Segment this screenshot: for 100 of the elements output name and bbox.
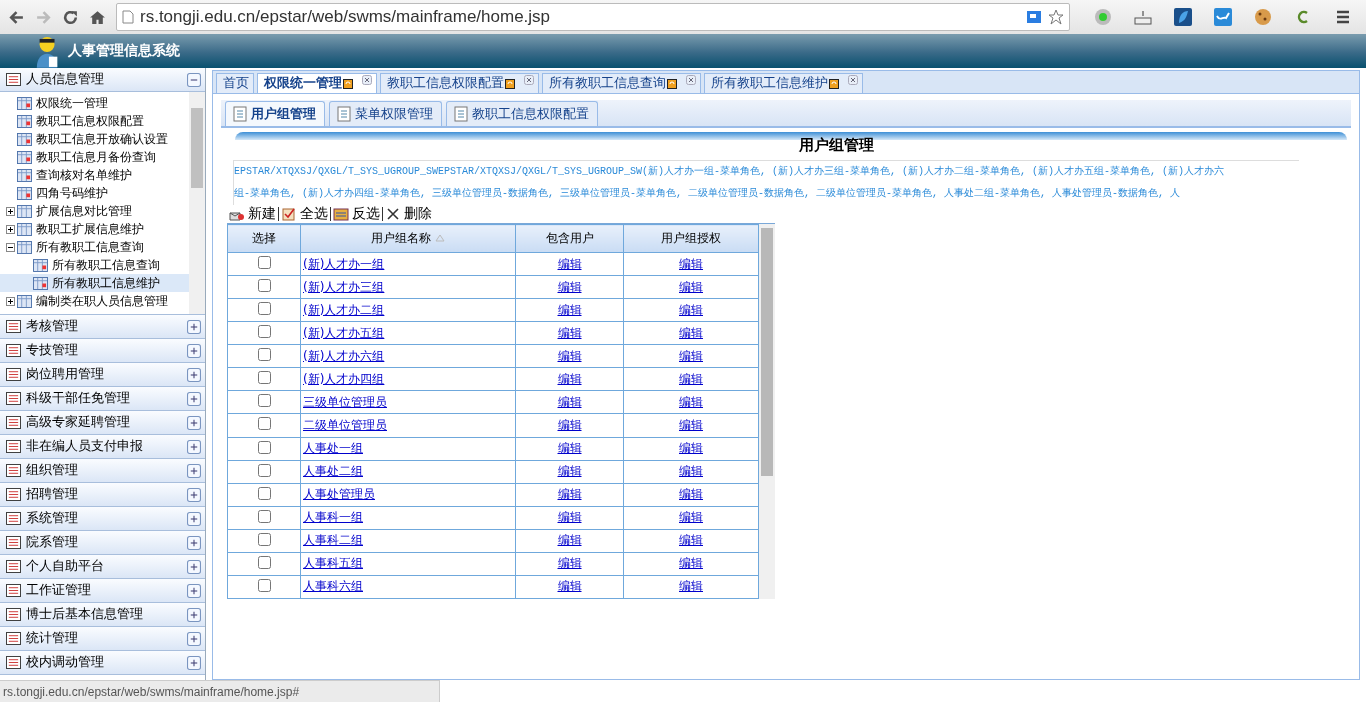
edit-link[interactable]: 编辑 <box>679 394 703 409</box>
close-icon[interactable] <box>686 75 696 85</box>
edit-link[interactable]: 编辑 <box>679 464 703 479</box>
sidebar-section-header[interactable]: 院系管理 <box>0 531 205 555</box>
expand-icon[interactable] <box>6 296 15 306</box>
group-name-link[interactable]: 人事科五组 <box>303 556 363 571</box>
tab[interactable]: 所有教职工信息查询 <box>542 73 701 93</box>
row-checkbox[interactable] <box>257 256 271 270</box>
edit-link[interactable]: 编辑 <box>679 556 703 571</box>
sub-tab[interactable]: 教职工信息权限配置 <box>446 101 598 126</box>
group-name-link[interactable]: 人事处一组 <box>303 441 363 456</box>
row-checkbox[interactable] <box>257 371 271 385</box>
toolbar-button[interactable]: 全选 <box>279 205 330 223</box>
edit-link[interactable]: 编辑 <box>557 487 582 502</box>
edit-link[interactable]: 编辑 <box>557 464 582 479</box>
tray-icon[interactable] <box>1134 8 1152 26</box>
home-icon[interactable] <box>89 8 106 26</box>
cookie-icon[interactable] <box>1254 8 1272 26</box>
tree-item[interactable]: 编制类在职人员信息管理 <box>0 292 189 310</box>
edit-link[interactable]: 编辑 <box>557 533 582 548</box>
edit-link[interactable]: 编辑 <box>679 348 703 363</box>
edit-link[interactable]: 编辑 <box>557 348 582 363</box>
edit-link[interactable]: 编辑 <box>557 325 582 340</box>
edit-link[interactable]: 编辑 <box>679 302 703 317</box>
tab[interactable]: 所有教职工信息维护 <box>704 73 863 93</box>
edit-link[interactable]: 编辑 <box>679 441 703 456</box>
edit-link[interactable]: 编辑 <box>679 533 703 548</box>
tree-item[interactable]: 查询核对名单维护 <box>0 166 189 184</box>
tree-item[interactable]: 教职工扩展信息维护 <box>0 220 189 238</box>
close-icon[interactable] <box>848 75 858 85</box>
address-bar[interactable]: rs.tongji.edu.cn/epstar/web/swms/mainframe/home.jsp <box>116 3 1070 31</box>
sidebar-section-header[interactable]: 岗位聘用管理 <box>0 363 205 387</box>
tab[interactable]: 权限统一管理 <box>257 73 377 93</box>
row-checkbox[interactable] <box>257 440 271 454</box>
edit-link[interactable]: 编辑 <box>679 487 703 502</box>
edit-link[interactable]: 编辑 <box>557 394 582 409</box>
group-name-link[interactable]: 人事科二组 <box>303 533 363 548</box>
close-icon[interactable] <box>362 75 372 85</box>
sub-tab[interactable]: 用户组管理 <box>225 101 325 126</box>
sidebar-section-header[interactable]: 个人自助平台 <box>0 555 205 579</box>
tab[interactable]: 教职工信息权限配置 <box>380 73 539 93</box>
reload-icon[interactable] <box>62 8 79 26</box>
sidebar-section-header[interactable]: 统计管理 <box>0 627 205 651</box>
row-checkbox[interactable] <box>257 532 271 546</box>
row-checkbox[interactable] <box>257 486 271 500</box>
back-icon[interactable] <box>8 8 25 26</box>
row-checkbox[interactable] <box>257 463 271 477</box>
edit-link[interactable]: 编辑 <box>557 417 582 432</box>
edit-link[interactable]: 编辑 <box>679 279 703 294</box>
sidebar-section-header[interactable]: 博士后基本信息管理 <box>0 603 205 627</box>
sidebar-section-header[interactable]: 科级干部任免管理 <box>0 387 205 411</box>
refresh-icon[interactable] <box>667 78 677 89</box>
scrollbar[interactable] <box>189 92 205 314</box>
row-checkbox[interactable] <box>257 325 271 339</box>
refresh-icon[interactable] <box>829 78 839 89</box>
row-checkbox[interactable] <box>257 348 271 362</box>
refresh-icon[interactable] <box>343 78 353 89</box>
column-header[interactable]: 选择 <box>227 224 301 253</box>
group-name-link[interactable]: 人事科六组 <box>303 579 363 594</box>
toolbar-button[interactable]: 删除 <box>383 205 434 223</box>
scrollbar[interactable] <box>759 224 775 599</box>
row-checkbox[interactable] <box>257 279 271 293</box>
edit-link[interactable]: 编辑 <box>679 417 703 432</box>
tree-item[interactable]: 所有教职工信息查询 <box>0 238 189 256</box>
sidebar-section-header[interactable]: 招聘管理 <box>0 483 205 507</box>
collapse-icon[interactable] <box>6 242 15 252</box>
status-dot-icon[interactable] <box>1094 8 1112 26</box>
row-checkbox[interactable] <box>257 302 271 316</box>
edit-link[interactable]: 编辑 <box>557 556 582 571</box>
close-icon[interactable] <box>524 75 534 85</box>
column-header[interactable]: 用户组授权 <box>623 224 759 253</box>
edit-link[interactable]: 编辑 <box>679 256 703 271</box>
edit-link[interactable]: 编辑 <box>557 302 582 317</box>
edit-link[interactable]: 编辑 <box>679 579 703 594</box>
row-checkbox[interactable] <box>257 578 271 592</box>
tree-item[interactable]: 四角号码维护 <box>0 184 189 202</box>
group-name-link[interactable]: 人事科一组 <box>303 510 363 525</box>
tab[interactable]: 首页 <box>216 73 254 93</box>
edit-link[interactable]: 编辑 <box>557 510 582 525</box>
bird-icon[interactable] <box>1174 8 1192 26</box>
sidebar-section-header[interactable]: 组织管理 <box>0 459 205 483</box>
column-header[interactable]: 包含用户 <box>515 224 624 253</box>
refresh-icon[interactable] <box>505 78 515 89</box>
sidebar-section-header[interactable]: 非在编人员支付申报 <box>0 435 205 459</box>
edit-link[interactable]: 编辑 <box>679 371 703 386</box>
sidebar-section-header[interactable]: 考核管理 <box>0 315 205 339</box>
edit-link[interactable]: 编辑 <box>557 441 582 456</box>
tree-item[interactable]: 教职工信息月备份查询 <box>0 148 189 166</box>
edit-link[interactable]: 编辑 <box>679 325 703 340</box>
toolbar-button[interactable]: 新建 <box>227 205 278 223</box>
tree-item[interactable]: 教职工信息权限配置 <box>0 112 189 130</box>
expand-icon[interactable] <box>6 224 15 234</box>
sidebar-section-header[interactable]: 专技管理 <box>0 339 205 363</box>
sidebar-section-header[interactable]: 高级专家延聘管理 <box>0 411 205 435</box>
swirl-icon[interactable] <box>1214 8 1232 26</box>
sidebar-section-header[interactable]: 工作证管理 <box>0 579 205 603</box>
tree-item[interactable]: 教职工信息开放确认设置 <box>0 130 189 148</box>
tree-item[interactable]: 权限统一管理 <box>0 94 189 112</box>
toolbar-button[interactable]: 反选 <box>331 205 382 223</box>
tree-item[interactable]: 所有教职工信息维护 <box>0 274 189 292</box>
